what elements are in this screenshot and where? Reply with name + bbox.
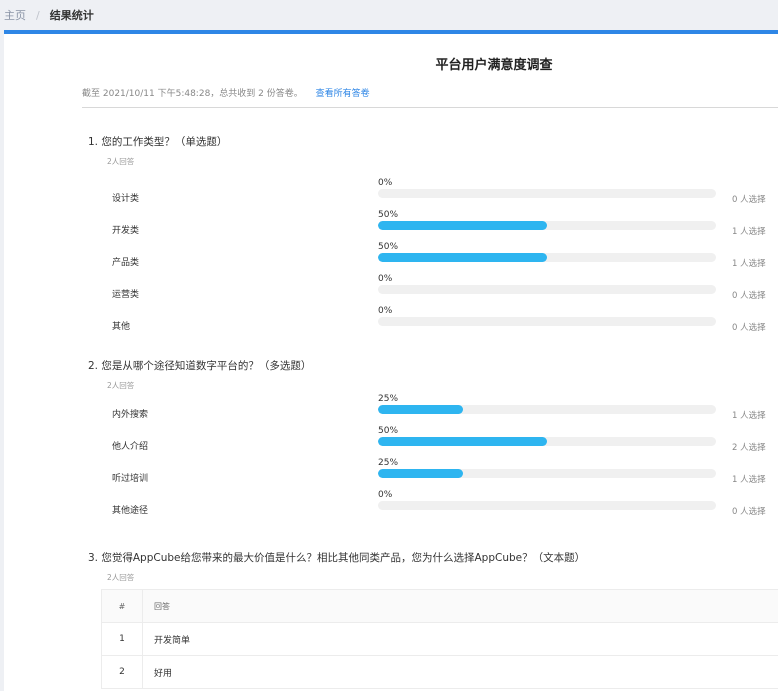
option-selected-count: 0 人选择 — [732, 195, 766, 205]
option-row: 设计类 0% 0 人选择 — [88, 178, 778, 216]
option-label: 其他途径 — [112, 506, 149, 516]
progress-track — [378, 317, 716, 326]
option-row: 他人介绍 50% 2 人选择 — [88, 426, 778, 464]
question-title: 3. 您觉得AppCube给您带来的最大价值是什么？相比其他同类产品，您为什么选… — [88, 552, 586, 564]
divider — [82, 107, 778, 108]
progress-track — [378, 469, 716, 478]
response-count: 2人回答 — [107, 157, 135, 166]
progress-fill — [378, 437, 547, 446]
option-selected-count: 2 人选择 — [732, 443, 766, 453]
response-count: 2人回答 — [107, 573, 135, 582]
option-percent: 25% — [378, 458, 399, 468]
question-title: 2. 您是从哪个途径知道数字平台的？（多选题） — [88, 360, 312, 372]
question-1: 1. 您的工作类型？（单选题） 2人回答 设计类 0% 0 人选择 开发类 50… — [88, 134, 766, 333]
option-selected-count: 0 人选择 — [732, 507, 766, 517]
option-selected-count: 1 人选择 — [732, 227, 766, 237]
option-selected-count: 0 人选择 — [732, 291, 766, 301]
option-selected-count: 0 人选择 — [732, 323, 766, 333]
question-2: 2. 您是从哪个途径知道数字平台的？（多选题） 2人回答 内外搜索 25% 1 … — [88, 358, 766, 517]
option-percent: 0% — [378, 274, 393, 284]
option-label: 开发类 — [112, 226, 140, 236]
option-label: 听过培训 — [112, 474, 149, 484]
table-header-answer: 回答 — [154, 601, 170, 611]
option-percent: 50% — [378, 210, 399, 220]
progress-track — [378, 253, 716, 262]
progress-fill — [378, 221, 547, 230]
table-row: 1 开发简单 — [102, 622, 778, 655]
option-row: 产品类 50% 1 人选择 — [88, 242, 778, 280]
option-label: 产品类 — [112, 258, 140, 268]
breadcrumb-home-link[interactable]: 主页 — [4, 7, 26, 23]
progress-track — [378, 437, 716, 446]
option-label: 运营类 — [112, 290, 140, 300]
view-all-answers-link[interactable]: 查看所有答卷 — [316, 89, 370, 99]
progress-track — [378, 501, 716, 510]
summary-text: 截至 2021/10/11 下午5:48:28，总共收到 2 份答卷。 — [82, 89, 303, 99]
option-label: 内外搜索 — [112, 410, 149, 420]
table-cell-index: 1 — [102, 623, 143, 655]
option-percent: 0% — [378, 490, 393, 500]
table-cell-answer: 开发简单 — [154, 635, 191, 646]
option-row: 听过培训 25% 1 人选择 — [88, 458, 778, 496]
option-row: 运营类 0% 0 人选择 — [88, 274, 778, 312]
survey-summary: 截至 2021/10/11 下午5:48:28，总共收到 2 份答卷。 查看所有… — [82, 86, 370, 99]
option-row: 内外搜索 25% 1 人选择 — [88, 394, 778, 432]
progress-fill — [378, 469, 463, 478]
option-row: 开发类 50% 1 人选择 — [88, 210, 778, 248]
response-count: 2人回答 — [107, 381, 135, 390]
survey-title: 平台用户满意度调查 — [435, 58, 553, 73]
results-panel: 平台用户满意度调查 截至 2021/10/11 下午5:48:28，总共收到 2… — [4, 30, 778, 691]
breadcrumb: 主页 / 结果统计 — [0, 0, 778, 30]
breadcrumb-separator: / — [36, 8, 40, 22]
option-percent: 50% — [378, 242, 399, 252]
progress-track — [378, 405, 716, 414]
progress-fill — [378, 253, 547, 262]
option-row: 其他 0% 0 人选择 — [88, 306, 778, 344]
table-row: 2 好用 — [102, 655, 778, 688]
option-row: 其他途径 0% 0 人选择 — [88, 490, 778, 528]
option-percent: 0% — [378, 306, 393, 316]
table-cell-index: 2 — [102, 656, 143, 688]
progress-track — [378, 221, 716, 230]
table-header-index: # — [102, 590, 143, 622]
question-title: 1. 您的工作类型？（单选题） — [88, 136, 228, 148]
answers-table: # 回答 1 开发简单 2 好用 — [101, 589, 778, 689]
question-3: 3. 您觉得AppCube给您带来的最大价值是什么？相比其他同类产品，您为什么选… — [88, 550, 585, 583]
option-label: 他人介绍 — [112, 442, 149, 452]
option-selected-count: 1 人选择 — [732, 411, 766, 421]
option-label: 其他 — [112, 322, 131, 332]
table-cell-answer: 好用 — [154, 668, 173, 679]
breadcrumb-current: 结果统计 — [49, 9, 94, 22]
option-percent: 0% — [378, 178, 393, 188]
option-label: 设计类 — [112, 194, 140, 204]
option-percent: 50% — [378, 426, 399, 436]
table-header-row: # 回答 — [102, 590, 778, 622]
progress-track — [378, 285, 716, 294]
progress-track — [378, 189, 716, 198]
progress-fill — [378, 405, 463, 414]
option-selected-count: 1 人选择 — [732, 475, 766, 485]
option-selected-count: 1 人选择 — [732, 259, 766, 269]
option-percent: 25% — [378, 394, 399, 404]
